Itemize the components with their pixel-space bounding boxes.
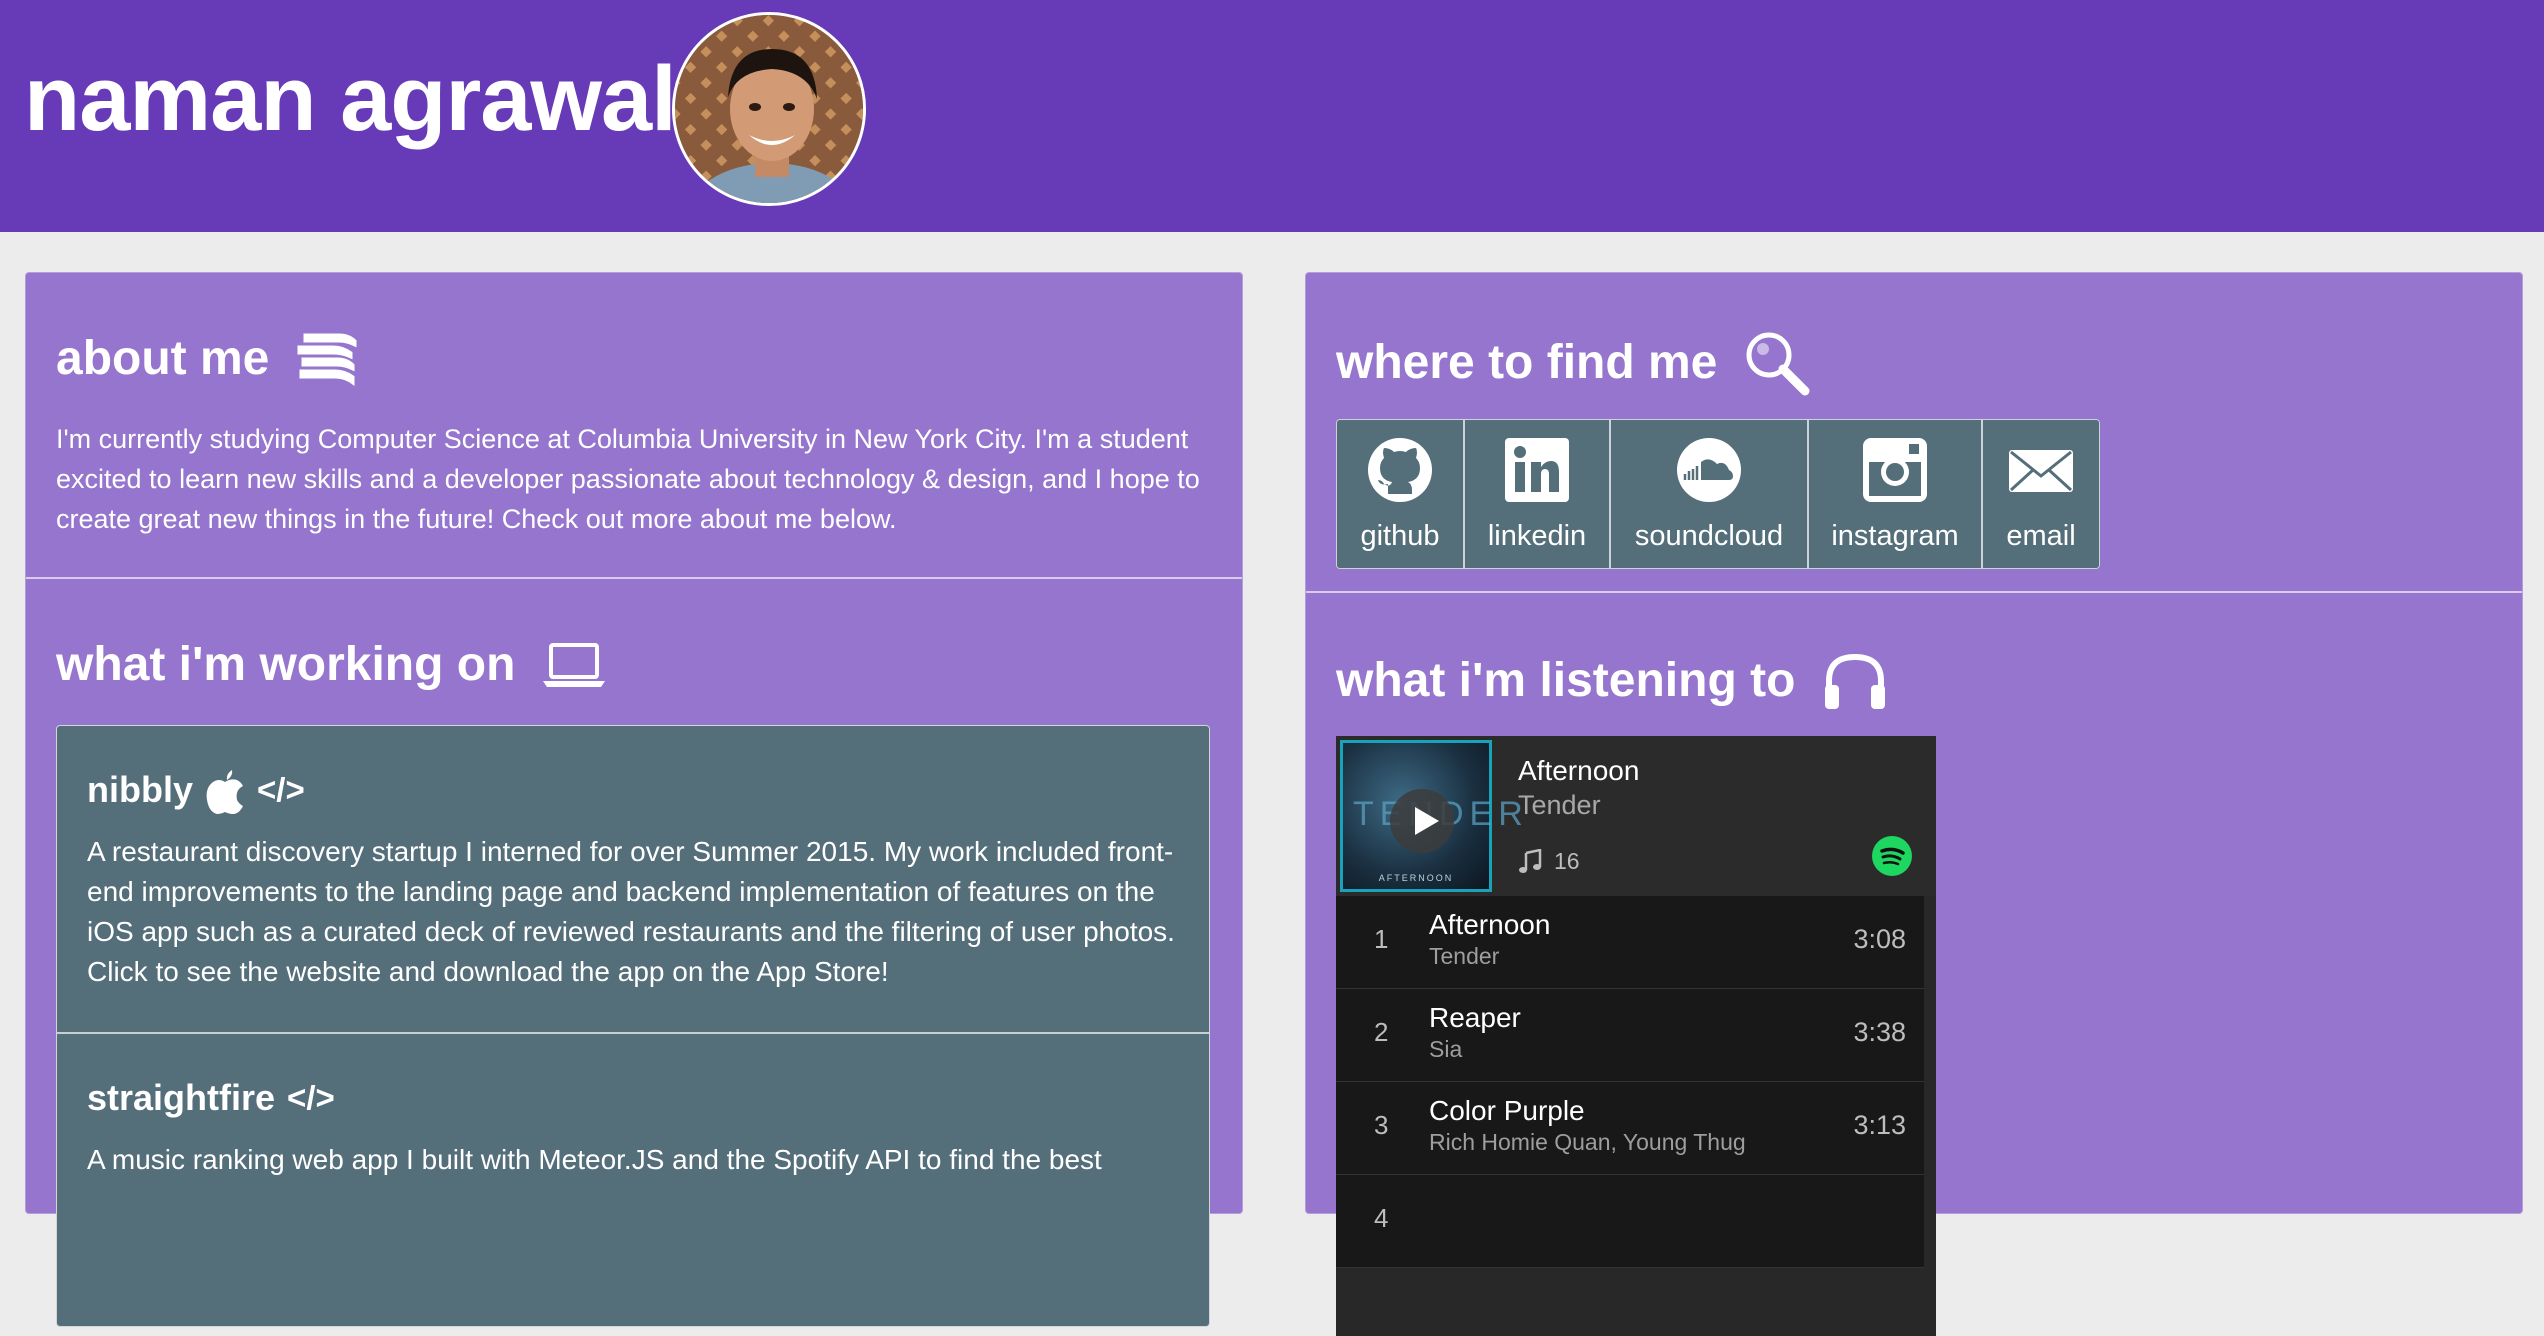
working-on-title: what i'm working on — [56, 638, 516, 691]
project-title: nibbly </> — [87, 726, 1179, 814]
email-label: email — [2006, 520, 2076, 552]
email-link[interactable]: email — [1983, 420, 2099, 568]
email-icon — [2009, 450, 2073, 492]
laptop-icon — [543, 643, 606, 687]
track-artist: Sia — [1429, 1036, 1463, 1062]
track-count-value: 16 — [1554, 848, 1580, 874]
track-number: 3 — [1374, 1110, 1389, 1140]
track-row[interactable]: 3 Color Purple Rich Homie Quan, Young Th… — [1336, 1082, 1924, 1175]
site-header: naman agrawal — [0, 0, 2544, 232]
spotify-waves — [1880, 847, 1905, 866]
track-name: Reaper — [1429, 1002, 1521, 1033]
track-row[interactable]: 2 Reaper Sia 3:38 — [1336, 989, 1924, 1082]
linkedin-icon — [1505, 438, 1569, 502]
magnifier-icon — [1746, 332, 1810, 396]
soundcloud-icon — [1677, 438, 1741, 502]
linkedin-label: linkedin — [1487, 520, 1587, 552]
project-card-straightfire[interactable]: straightfire </> A music ranking web app… — [57, 1034, 1209, 1220]
spotify-icon[interactable] — [1872, 836, 1912, 876]
album-cover[interactable]: TENDER AFTERNOON — [1340, 740, 1523, 892]
linkedin-link[interactable]: linkedin — [1465, 420, 1611, 568]
track-duration: 3:38 — [1853, 1017, 1906, 1047]
apple-icon[interactable] — [205, 766, 245, 814]
soundcloud-label: soundcloud — [1634, 520, 1784, 552]
headphones-icon — [1825, 653, 1886, 709]
github-link[interactable]: github — [1337, 420, 1465, 568]
github-label: github — [1360, 520, 1440, 552]
track-number: 4 — [1374, 1203, 1389, 1233]
code-icon[interactable]: </> — [257, 766, 305, 814]
about-me-text: I'm currently studying Computer Science … — [56, 424, 1200, 534]
find-me-title: where to find me — [1336, 336, 1718, 389]
track-artist: Rich Homie Quan, Young Thug — [1429, 1129, 1746, 1155]
about-me-heading: about me — [56, 329, 359, 389]
album-cover-caption: AFTERNOON — [1378, 873, 1454, 883]
project-card-nibbly[interactable]: nibbly </> A restaurant discovery startu… — [57, 726, 1209, 1034]
find-me-heading: where to find me — [1336, 329, 1811, 397]
track-row[interactable]: 4 — [1336, 1175, 1924, 1268]
soundcloud-link[interactable]: soundcloud — [1611, 420, 1809, 568]
track-artist: Tender — [1429, 943, 1500, 969]
github-icon — [1368, 438, 1432, 502]
track-name: Afternoon — [1429, 909, 1551, 940]
section-divider — [1306, 591, 2522, 593]
about-me-title: about me — [56, 332, 270, 385]
avatar-photo — [675, 15, 863, 203]
track-number: 1 — [1374, 924, 1389, 954]
track-name: Color Purple — [1429, 1095, 1585, 1126]
project-description: A music ranking web app I built with Met… — [87, 1144, 1102, 1175]
track-duration: 3:13 — [1853, 1110, 1906, 1140]
listening-heading: what i'm listening to — [1336, 651, 1889, 711]
music-note-icon — [1519, 848, 1542, 873]
working-on-heading: what i'm working on — [56, 635, 607, 695]
instagram-link[interactable]: instagram — [1809, 420, 1983, 568]
left-panel: about me I'm currently studying Computer… — [25, 272, 1243, 1327]
projects-list: nibbly </> A restaurant discovery startu… — [56, 725, 1210, 1327]
spotify-player[interactable]: TENDER AFTERNOON Afternoon Tender 16 — [1336, 736, 1936, 1336]
code-icon[interactable]: </> — [287, 1074, 335, 1122]
track-list: 1 Afternoon Tender 3:08 2 Reaper Sia 3:3… — [1336, 896, 1924, 1268]
player-header: TENDER AFTERNOON Afternoon Tender 16 — [1336, 736, 1936, 896]
section-divider — [26, 577, 1242, 579]
project-description: A restaurant discovery startup I interne… — [87, 836, 1175, 987]
instagram-label: instagram — [1831, 520, 1959, 552]
listening-title: what i'm listening to — [1336, 654, 1796, 707]
track-count: 16 — [1518, 848, 1580, 875]
project-name: nibbly — [87, 769, 193, 810]
track-number: 2 — [1374, 1017, 1389, 1047]
avatar — [672, 12, 866, 206]
play-button[interactable] — [1390, 789, 1454, 853]
social-links: github linkedin soundcloud instagram ema… — [1336, 419, 2100, 569]
project-name: straightfire — [87, 1077, 276, 1118]
album-title[interactable]: Afternoon — [1518, 754, 1639, 788]
track-row[interactable]: 1 Afternoon Tender 3:08 — [1336, 896, 1924, 989]
track-list-scrollbar[interactable] — [1924, 896, 1936, 1336]
instagram-icon — [1863, 438, 1927, 502]
right-panel: where to find me github linkedin soundcl… — [1305, 272, 2523, 1336]
books-icon — [297, 333, 357, 386]
track-duration: 3:08 — [1853, 924, 1906, 954]
album-artist[interactable]: Tender — [1518, 788, 1601, 822]
site-title: naman agrawal — [24, 48, 677, 150]
project-title: straightfire </> — [87, 1034, 1179, 1122]
